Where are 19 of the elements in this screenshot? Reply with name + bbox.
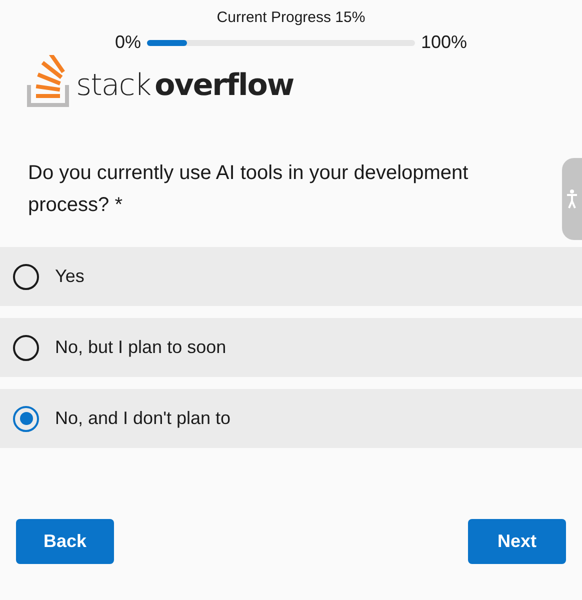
- progress-title: Current Progress 15%: [216, 9, 366, 26]
- radio-button[interactable]: [13, 334, 39, 360]
- back-button[interactable]: Back: [16, 519, 114, 564]
- answer-option[interactable]: Yes: [0, 247, 582, 306]
- next-button[interactable]: Next: [468, 519, 566, 564]
- option-label: Yes: [55, 266, 84, 287]
- option-label: No, but I plan to soon: [55, 337, 226, 358]
- stack-logo-icon: [27, 55, 71, 107]
- question-text: Do you currently use AI tools in your development process? *: [28, 161, 470, 218]
- radio-button[interactable]: [13, 264, 39, 290]
- progress-start-label: 0%: [114, 32, 141, 53]
- answer-option[interactable]: No, and I don't plan to: [0, 389, 582, 448]
- answer-option[interactable]: No, but I plan to soon: [0, 318, 582, 377]
- accessibility-icon: [566, 189, 578, 209]
- radio-button[interactable]: [13, 406, 39, 432]
- option-label: No, and I don't plan to: [55, 408, 231, 429]
- logo-text-bold: overflow: [154, 71, 294, 101]
- progress-end-label: 100%: [420, 32, 468, 53]
- logo-text: stack: [76, 71, 151, 101]
